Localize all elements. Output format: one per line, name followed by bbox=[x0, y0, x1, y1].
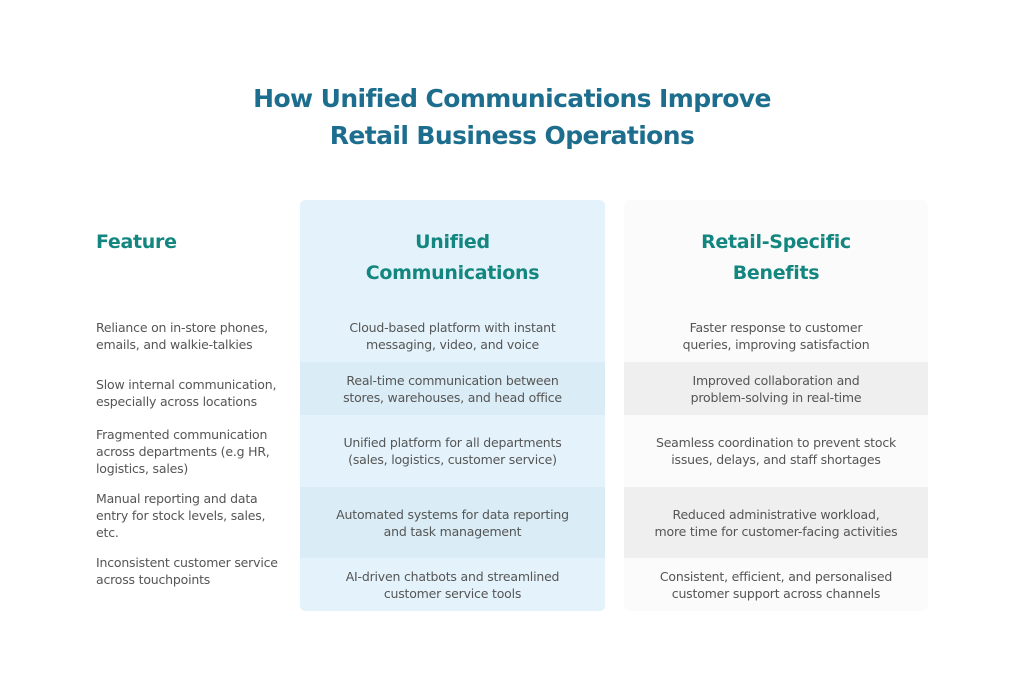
text-line: Manual reporting and data bbox=[96, 491, 258, 506]
text-line: emails, and walkie-talkies bbox=[96, 337, 253, 352]
table-row-3-uc: Unified platform for all departments (sa… bbox=[300, 434, 605, 468]
text-line: logistics, sales) bbox=[96, 461, 189, 476]
table-row-2-benefit: Improved collaboration and problem-solvi… bbox=[624, 372, 928, 406]
table-row-5-uc: AI-driven chatbots and streamlined custo… bbox=[300, 568, 605, 602]
text-line: queries, improving satisfaction bbox=[682, 337, 870, 352]
text-line: Faster response to customer bbox=[689, 320, 863, 335]
text-line: Fragmented communication bbox=[96, 427, 268, 442]
table-row-1-uc: Cloud-based platform with instant messag… bbox=[300, 319, 605, 353]
table-row-1-benefit: Faster response to customer queries, imp… bbox=[624, 319, 928, 353]
text-line: Slow internal communication, bbox=[96, 377, 277, 392]
table-row-5-feature: Inconsistent customer service across tou… bbox=[96, 554, 296, 588]
table-row-2-feature: Slow internal communication, especially … bbox=[96, 376, 296, 410]
text-line: etc. bbox=[96, 525, 119, 540]
table-row-1-feature: Reliance on in-store phones, emails, and… bbox=[96, 319, 296, 353]
text-line: customer support across channels bbox=[671, 586, 881, 601]
text-line: Real-time communication between bbox=[346, 373, 559, 388]
header-rb-line-1: Retail-Specific bbox=[701, 231, 851, 253]
text-line: issues, delays, and staff shortages bbox=[671, 452, 881, 467]
text-line: and task management bbox=[383, 524, 522, 539]
text-line: Reliance on in-store phones, bbox=[96, 320, 268, 335]
text-line: messaging, video, and voice bbox=[365, 337, 540, 352]
table-row-3-benefit: Seamless coordination to prevent stock i… bbox=[624, 434, 928, 468]
title-line-2: Retail Business Operations bbox=[329, 121, 695, 150]
text-line: Improved collaboration and bbox=[692, 373, 860, 388]
text-line: more time for customer-facing activities bbox=[654, 524, 898, 539]
header-unified-communications: Unified Communications bbox=[300, 227, 605, 289]
text-line: Unified platform for all departments bbox=[343, 435, 562, 450]
text-line: AI-driven chatbots and streamlined bbox=[345, 569, 560, 584]
text-line: Inconsistent customer service bbox=[96, 555, 278, 570]
text-line: problem-solving in real-time bbox=[690, 390, 862, 405]
text-line: Consistent, efficient, and personalised bbox=[659, 569, 893, 584]
table-row-4-feature: Manual reporting and data entry for stoc… bbox=[96, 490, 296, 541]
table-row-4-uc: Automated systems for data reporting and… bbox=[300, 506, 605, 540]
text-line: especially across locations bbox=[96, 394, 257, 409]
table-row-4-benefit: Reduced administrative workload, more ti… bbox=[624, 506, 928, 540]
header-uc-line-2: Communications bbox=[365, 262, 540, 284]
header-feature: Feature bbox=[96, 231, 177, 253]
header-rb-line-2: Benefits bbox=[732, 262, 820, 284]
text-line: entry for stock levels, sales, bbox=[96, 508, 266, 523]
text-line: across touchpoints bbox=[96, 572, 211, 587]
header-uc-line-1: Unified bbox=[415, 231, 490, 253]
header-retail-benefits: Retail-Specific Benefits bbox=[624, 227, 928, 289]
title-line-1: How Unified Communications Improve bbox=[253, 84, 771, 113]
text-line: across departments (e.g HR, bbox=[96, 444, 270, 459]
text-line: stores, warehouses, and head office bbox=[343, 390, 562, 405]
text-line: (sales, logistics, customer service) bbox=[348, 452, 557, 467]
text-line: customer service tools bbox=[383, 586, 522, 601]
text-line: Automated systems for data reporting bbox=[336, 507, 569, 522]
page-title: How Unified Communications Improve Retai… bbox=[0, 80, 1024, 154]
text-line: Seamless coordination to prevent stock bbox=[655, 435, 897, 450]
table-row-3-feature: Fragmented communication across departme… bbox=[96, 426, 296, 477]
text-line: Reduced administrative workload, bbox=[672, 507, 880, 522]
table-row-2-uc: Real-time communication between stores, … bbox=[300, 372, 605, 406]
text-line: Cloud-based platform with instant bbox=[349, 320, 556, 335]
table-row-5-benefit: Consistent, efficient, and personalised … bbox=[624, 568, 928, 602]
